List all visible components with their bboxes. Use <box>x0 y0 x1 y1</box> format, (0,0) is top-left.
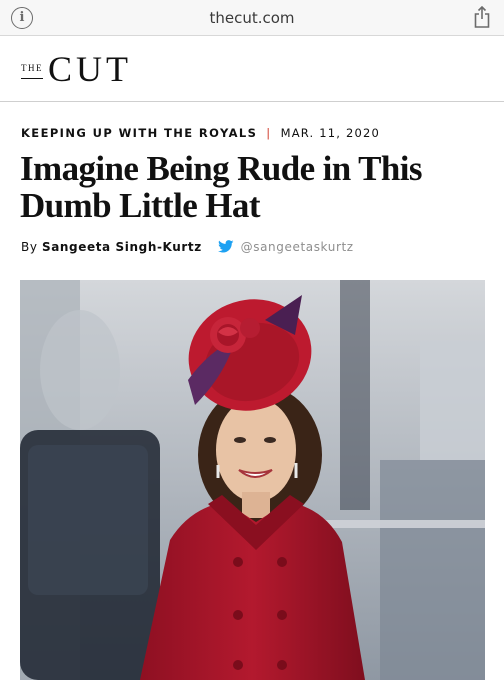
article-kicker-row: KEEPING UP WITH THE ROYALS | MAR. 11, 2020 <box>21 126 380 140</box>
byline: By Sangeeta Singh-Kurtz @sangeetaskurtz <box>21 240 354 254</box>
hero-photo <box>20 280 485 680</box>
hero-photo-illustration <box>20 280 485 680</box>
article-headline: Imagine Being Rude in This Dumb Little H… <box>20 149 423 225</box>
author-link[interactable]: Sangeeta Singh-Kurtz <box>42 240 202 254</box>
article-rubric-link[interactable]: KEEPING UP WITH THE ROYALS <box>21 126 257 140</box>
publish-date: MAR. 11, 2020 <box>280 126 381 140</box>
twitter-bird-icon[interactable] <box>218 240 234 253</box>
byline-prefix: By <box>21 240 38 254</box>
twitter-handle-link[interactable]: @sangeetaskurtz <box>241 240 354 254</box>
logo-cut: CUT <box>48 49 132 89</box>
logo-the: THE <box>21 63 43 79</box>
share-icon[interactable] <box>474 6 490 28</box>
site-header: THE CUT <box>0 36 504 102</box>
kicker-separator: | <box>266 126 272 140</box>
url-text[interactable]: thecut.com <box>0 9 504 27</box>
browser-address-bar: i thecut.com <box>0 0 504 36</box>
